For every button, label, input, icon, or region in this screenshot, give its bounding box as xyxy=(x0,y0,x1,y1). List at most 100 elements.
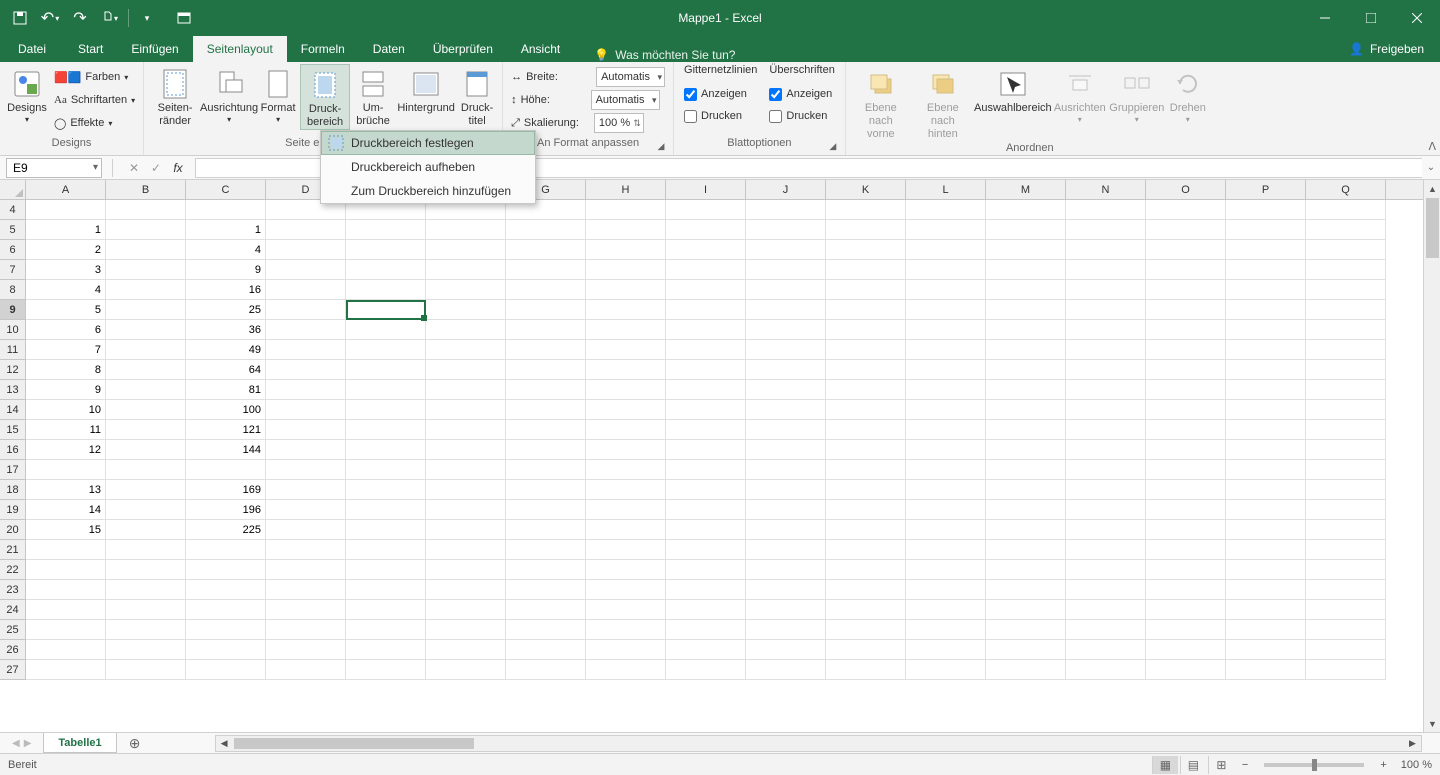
clear-print-area-item[interactable]: Druckbereich aufheben xyxy=(321,155,535,179)
cell[interactable] xyxy=(666,280,746,300)
cell[interactable]: 4 xyxy=(186,240,266,260)
cell[interactable] xyxy=(826,480,906,500)
cell[interactable]: 10 xyxy=(26,400,106,420)
cell[interactable] xyxy=(826,400,906,420)
cell[interactable] xyxy=(826,660,906,680)
fonts-button[interactable]: AaSchriftarten▾ xyxy=(54,89,135,111)
cell[interactable] xyxy=(266,640,346,660)
cell[interactable] xyxy=(986,300,1066,320)
cell[interactable] xyxy=(666,640,746,660)
cell[interactable] xyxy=(906,560,986,580)
cell[interactable] xyxy=(106,320,186,340)
cell[interactable] xyxy=(106,600,186,620)
cell[interactable] xyxy=(346,280,426,300)
orientation-button[interactable]: Ausrichtung▾ xyxy=(202,64,256,125)
cell[interactable] xyxy=(1146,240,1226,260)
add-to-print-area-item[interactable]: Zum Druckbereich hinzufügen xyxy=(321,179,535,203)
cell[interactable] xyxy=(1306,260,1386,280)
cell[interactable] xyxy=(746,240,826,260)
cell[interactable] xyxy=(1146,340,1226,360)
cell[interactable] xyxy=(666,600,746,620)
cell[interactable] xyxy=(346,360,426,380)
cell[interactable] xyxy=(106,440,186,460)
cell[interactable] xyxy=(426,400,506,420)
cell[interactable] xyxy=(666,500,746,520)
cell[interactable] xyxy=(666,440,746,460)
colors-button[interactable]: 🟥🟦Farben▾ xyxy=(54,66,135,88)
cell[interactable] xyxy=(346,400,426,420)
cell[interactable] xyxy=(266,240,346,260)
cell[interactable]: 225 xyxy=(186,520,266,540)
cell[interactable] xyxy=(506,340,586,360)
tell-me-search[interactable]: 💡 Was möchten Sie tun? xyxy=(594,48,735,62)
row-header[interactable]: 5 xyxy=(0,220,26,240)
row-header[interactable]: 26 xyxy=(0,640,26,660)
headings-print-checkbox[interactable]: Drucken xyxy=(769,106,834,126)
cell[interactable] xyxy=(1066,360,1146,380)
tab-daten[interactable]: Daten xyxy=(359,36,419,62)
print-titles-button[interactable]: Druck- titel xyxy=(456,64,498,128)
cell[interactable] xyxy=(106,660,186,680)
zoom-slider[interactable] xyxy=(1264,763,1364,767)
cell[interactable] xyxy=(1306,300,1386,320)
cell[interactable] xyxy=(1306,620,1386,640)
cell[interactable] xyxy=(1066,220,1146,240)
cell[interactable] xyxy=(1066,600,1146,620)
cell[interactable] xyxy=(986,320,1066,340)
cell[interactable] xyxy=(506,480,586,500)
cell[interactable] xyxy=(986,540,1066,560)
cell[interactable] xyxy=(1306,400,1386,420)
cell[interactable] xyxy=(1066,520,1146,540)
cell[interactable] xyxy=(826,260,906,280)
selection-pane-button[interactable]: Auswahlbereich xyxy=(974,64,1052,115)
cell[interactable] xyxy=(186,620,266,640)
tab-seitenlayout[interactable]: Seitenlayout xyxy=(193,36,287,62)
cell[interactable] xyxy=(906,660,986,680)
cell[interactable] xyxy=(1226,500,1306,520)
effects-button[interactable]: ◯Effekte▾ xyxy=(54,112,135,134)
cell[interactable] xyxy=(426,620,506,640)
cell[interactable]: 16 xyxy=(186,280,266,300)
cell[interactable] xyxy=(746,280,826,300)
cell[interactable]: 1 xyxy=(186,220,266,240)
cell[interactable] xyxy=(106,620,186,640)
column-header[interactable]: Q xyxy=(1306,180,1386,199)
cell[interactable] xyxy=(1066,500,1146,520)
cell[interactable] xyxy=(586,200,666,220)
cell[interactable] xyxy=(826,420,906,440)
cell[interactable] xyxy=(586,640,666,660)
maximize-button[interactable] xyxy=(1348,0,1394,36)
cell[interactable] xyxy=(746,500,826,520)
cell[interactable] xyxy=(266,540,346,560)
cell[interactable]: 9 xyxy=(186,260,266,280)
cell[interactable] xyxy=(426,280,506,300)
cell[interactable] xyxy=(506,360,586,380)
sheet-nav[interactable]: ◀▶ xyxy=(0,738,43,749)
cell[interactable] xyxy=(746,420,826,440)
cell[interactable] xyxy=(586,460,666,480)
cell[interactable]: 5 xyxy=(26,300,106,320)
cell[interactable] xyxy=(986,640,1066,660)
row-header[interactable]: 16 xyxy=(0,440,26,460)
cell[interactable] xyxy=(426,240,506,260)
undo-button[interactable]: ↶▾ xyxy=(36,5,64,31)
column-header[interactable]: P xyxy=(1226,180,1306,199)
cell[interactable] xyxy=(346,600,426,620)
cell[interactable] xyxy=(1146,640,1226,660)
cell[interactable] xyxy=(1146,260,1226,280)
cell[interactable] xyxy=(826,200,906,220)
cell[interactable] xyxy=(1146,660,1226,680)
cell[interactable] xyxy=(106,540,186,560)
cell[interactable] xyxy=(826,540,906,560)
cell[interactable] xyxy=(666,560,746,580)
cell[interactable] xyxy=(986,560,1066,580)
cell[interactable] xyxy=(1066,400,1146,420)
cell[interactable] xyxy=(346,580,426,600)
cell[interactable] xyxy=(1146,440,1226,460)
cell[interactable] xyxy=(1226,240,1306,260)
cell[interactable] xyxy=(906,640,986,660)
cell[interactable] xyxy=(346,500,426,520)
column-header[interactable]: J xyxy=(746,180,826,199)
cell[interactable] xyxy=(1066,660,1146,680)
cell[interactable] xyxy=(346,620,426,640)
